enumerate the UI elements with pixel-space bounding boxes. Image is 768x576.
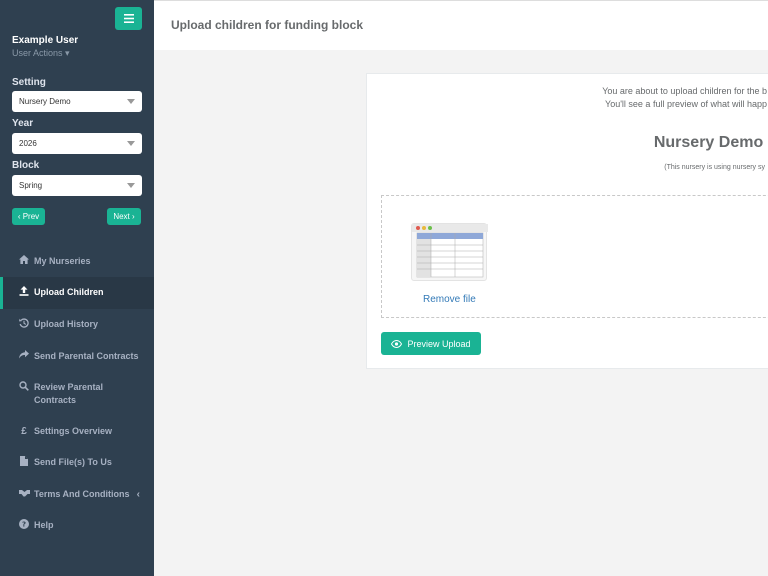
setting-value: Nursery Demo — [19, 97, 71, 106]
nursery-title: Nursery Demo - — [653, 134, 768, 151]
caret-down-icon — [127, 99, 135, 104]
sidebar-item-help[interactable]: ? Help — [0, 510, 154, 542]
sidebar-item-label: Send Parental Contracts — [34, 351, 139, 361]
sidebar-item-terms-and-conditions[interactable]: Terms And Conditions ‹ — [0, 479, 154, 510]
home-icon — [18, 255, 30, 268]
setting-label: Setting — [12, 77, 46, 88]
block-value: Spring — [19, 181, 43, 190]
sidebar-nav: My Nurseries Upload Children Upload Hist… — [0, 246, 154, 542]
hamburger-icon — [123, 14, 134, 23]
sidebar-item-my-nurseries[interactable]: My Nurseries — [0, 246, 154, 277]
handshake-icon — [18, 488, 30, 501]
sidebar-item-upload-history[interactable]: Upload History — [0, 309, 154, 341]
remove-file-link[interactable]: Remove file — [423, 294, 476, 305]
block-label: Block — [12, 160, 40, 171]
page-header: Upload children for funding block — [154, 0, 768, 50]
file-dropzone[interactable]: Remove file — [381, 195, 768, 318]
sidebar-item-label: Settings Overview — [34, 426, 113, 436]
pound-icon: £ — [21, 426, 27, 437]
spreadsheet-file-icon — [411, 223, 488, 281]
sidebar-item-label: Review Parental Contracts — [34, 382, 104, 405]
sidebar-item-send-parental-contracts[interactable]: Send Parental Contracts — [0, 341, 154, 372]
prev-button[interactable]: ‹ Prev — [12, 208, 45, 225]
preview-upload-button[interactable]: Preview Upload — [381, 332, 481, 355]
eye-icon — [391, 339, 403, 348]
caret-down-icon — [127, 183, 135, 188]
sidebar-item-upload-children[interactable]: Upload Children — [0, 277, 154, 309]
history-icon — [18, 318, 30, 332]
share-icon — [18, 350, 30, 363]
sidebar-item-label: Send File(s) To Us — [34, 457, 112, 467]
page-title: Upload children for funding block — [171, 18, 363, 32]
help-icon: ? — [18, 519, 30, 533]
nursery-note: (This nursery is using nursery sy — [664, 164, 765, 171]
sidebar-item-send-files[interactable]: Send File(s) To Us — [0, 447, 154, 479]
chevron-left-icon: ‹ — [136, 489, 140, 500]
preview-upload-label: Preview Upload — [407, 338, 471, 349]
user-name: Example User — [12, 35, 79, 46]
next-button[interactable]: Next › — [107, 208, 141, 225]
menu-toggle-button[interactable] — [115, 7, 142, 30]
sidebar-item-label: Upload Children — [34, 287, 104, 297]
setting-select[interactable]: Nursery Demo — [12, 91, 142, 112]
upload-card: You are about to upload children for the… — [366, 73, 768, 369]
info-line-2: You'll see a full preview of what will h… — [605, 99, 767, 109]
svg-text:?: ? — [22, 521, 26, 529]
caret-down-icon — [127, 141, 135, 146]
user-actions-dropdown[interactable]: User Actions ▾ — [12, 48, 70, 59]
file-icon — [18, 456, 30, 470]
sidebar-item-review-parental-contracts[interactable]: Review Parental Contracts — [0, 372, 154, 416]
sidebar-item-label: My Nurseries — [34, 256, 91, 266]
sidebar-item-label: Upload History — [34, 319, 99, 329]
year-select[interactable]: 2026 — [12, 133, 142, 154]
sidebar-item-label: Help — [34, 520, 54, 530]
sidebar-item-label: Terms And Conditions — [34, 489, 130, 499]
sidebar: Example User User Actions ▾ Setting Nurs… — [0, 0, 154, 576]
block-select[interactable]: Spring — [12, 175, 142, 196]
search-icon — [18, 381, 30, 395]
year-label: Year — [12, 118, 34, 129]
info-line-1: You are about to upload children for the… — [602, 86, 767, 96]
year-value: 2026 — [19, 139, 37, 148]
sidebar-item-settings-overview[interactable]: £ Settings Overview — [0, 416, 154, 447]
upload-icon — [18, 286, 30, 300]
